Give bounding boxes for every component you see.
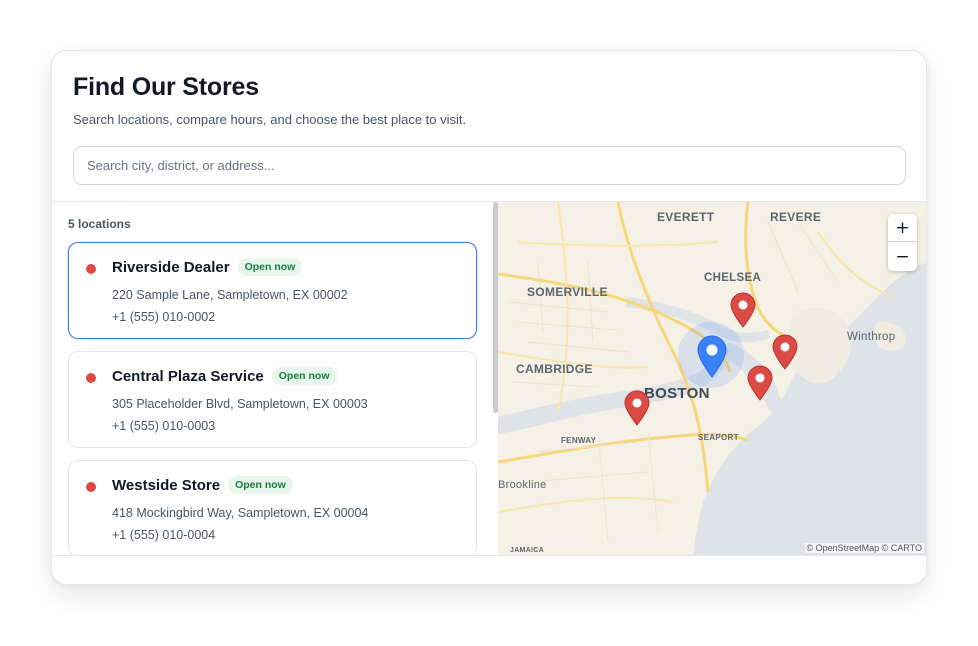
map-label-revere: REVERE [770, 210, 822, 224]
header: Find Our Stores Search locations, compar… [52, 51, 926, 202]
page-title: Find Our Stores [73, 73, 259, 101]
search-input[interactable] [73, 146, 906, 185]
card-footer [52, 555, 926, 584]
page-subtitle: Search locations, compare hours, and cho… [73, 112, 467, 127]
open-status-badge: Open now [228, 476, 293, 494]
map-label-jamaica: JAMAICA [510, 547, 544, 554]
map-label-cambridge: CAMBRIDGE [516, 362, 593, 376]
zoom-in-button[interactable]: + [888, 214, 917, 242]
selected-map-pin-icon[interactable] [697, 335, 727, 378]
map-pin-icon[interactable] [624, 390, 650, 426]
store-card-westside-store[interactable]: Westside Store Open now 418 Mockingbird … [68, 460, 477, 555]
zoom-out-button[interactable]: − [888, 243, 917, 271]
store-map[interactable]: EVERETT REVERE CHELSEA SOMERVILLE Winthr… [498, 202, 926, 555]
map-label-brookline: Brookline [498, 479, 547, 491]
map-attribution[interactable]: © OpenStreetMap © CARTO [804, 543, 924, 553]
store-name: Westside Store [112, 476, 221, 494]
store-phone: +1 (555) 010-0003 [112, 419, 216, 433]
store-phone: +1 (555) 010-0004 [112, 528, 216, 542]
store-list-panel: 5 locations Riverside Dealer Open now 22… [52, 202, 498, 555]
map-pin-icon[interactable] [730, 292, 756, 328]
map-pin-icon[interactable] [772, 334, 798, 370]
store-name: Riverside Dealer [112, 258, 230, 276]
store-address: 418 Mockingbird Way, Sampletown, EX 0000… [112, 506, 369, 520]
locations-count: 5 locations [68, 217, 131, 231]
store-card-riverside-dealer[interactable]: Riverside Dealer Open now 220 Sample Lan… [68, 242, 477, 339]
open-status-badge: Open now [271, 367, 337, 385]
open-status-badge: Open now [237, 258, 303, 276]
store-address: 220 Sample Lane, Sampletown, EX 00002 [112, 288, 348, 302]
store-phone: +1 (555) 010-0002 [112, 310, 216, 324]
zoom-controls: + − [888, 214, 917, 271]
map-label-winthrop: Winthrop [847, 331, 896, 343]
status-dot [86, 482, 96, 492]
map-label-somerville: SOMERVILLE [527, 285, 608, 299]
map-label-chelsea: CHELSEA [704, 272, 762, 284]
map-tiles [498, 202, 926, 555]
map-label-everett: EVERETT [657, 210, 715, 224]
store-card-central-plaza-service[interactable]: Central Plaza Service Open now 305 Place… [68, 351, 477, 448]
map-label-boston: BOSTON [644, 385, 710, 402]
map-label-seaport: SEAPORT [698, 433, 739, 442]
map-label-fenway: FENWAY [561, 436, 597, 445]
store-locator-card: Find Our Stores Search locations, compar… [51, 50, 927, 585]
status-dot [86, 264, 96, 274]
store-name: Central Plaza Service [112, 367, 264, 385]
status-dot [86, 373, 96, 383]
map-pin-icon[interactable] [747, 365, 773, 401]
store-address: 305 Placeholder Blvd, Sampletown, EX 000… [112, 397, 368, 411]
